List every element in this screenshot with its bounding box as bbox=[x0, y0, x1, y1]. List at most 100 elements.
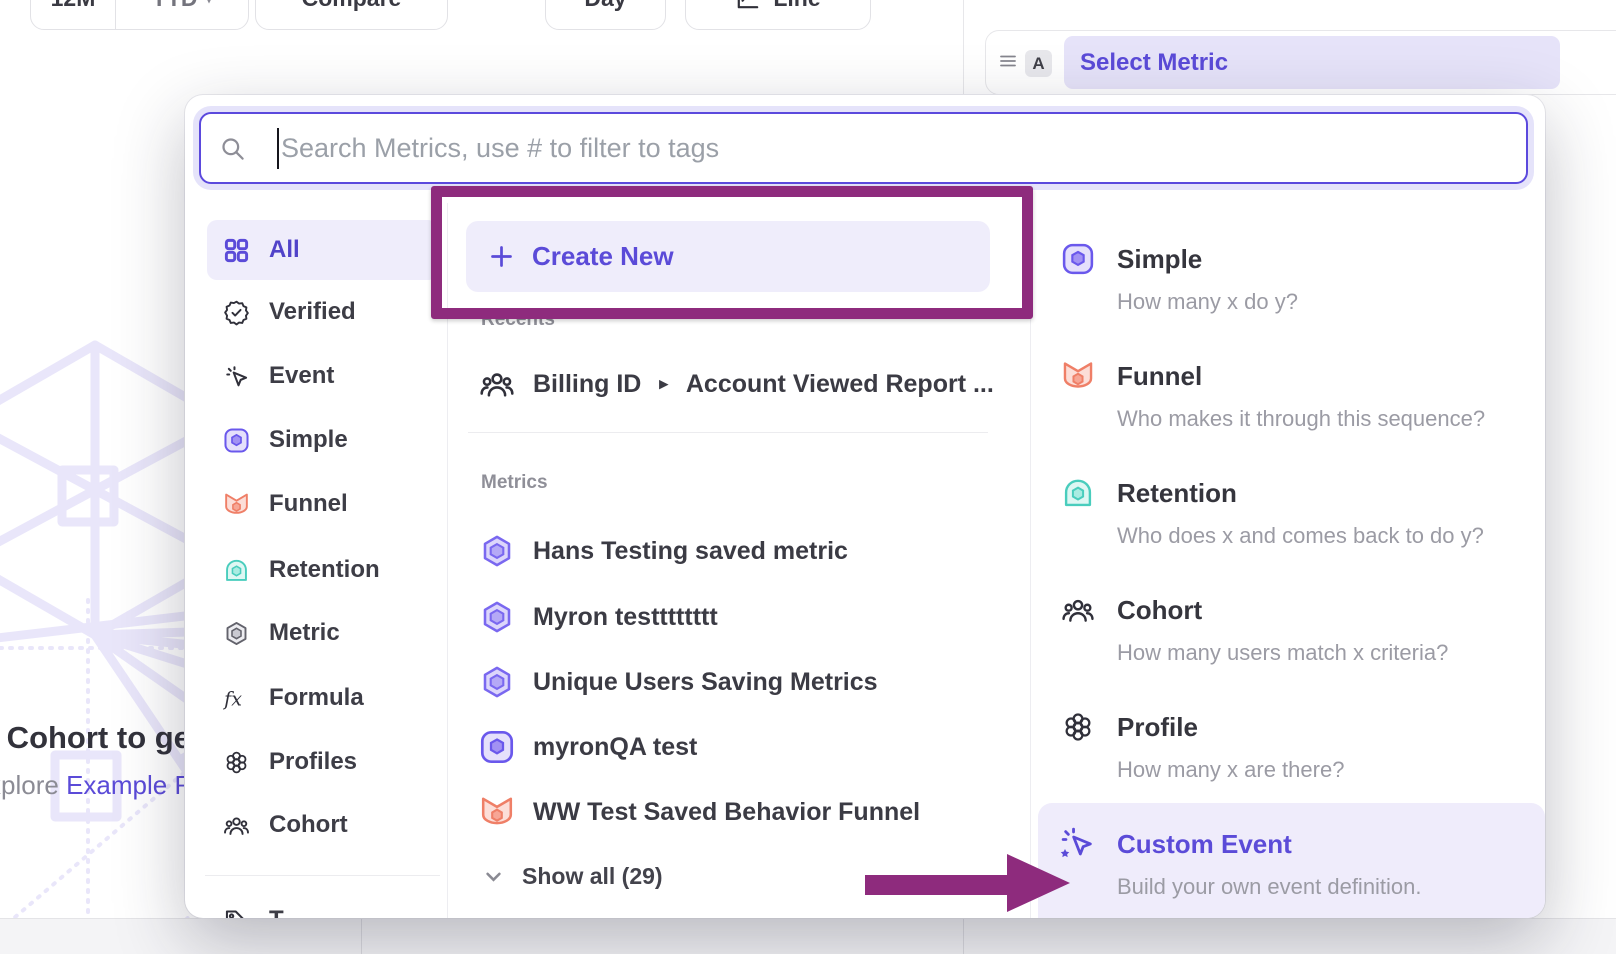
caret-down-icon: ▾ bbox=[205, 0, 212, 7]
app-window: r Cohort to ge xplore Example R 12M YTD … bbox=[0, 0, 1616, 954]
compare-button[interactable]: Compare bbox=[255, 0, 448, 30]
sidebar-item-funnel[interactable]: Funnel bbox=[207, 474, 438, 534]
metric-type-description: How many x do y? bbox=[1117, 289, 1298, 315]
funnel-metric-icon bbox=[223, 491, 250, 518]
metric-item-label: Myron testttttttt bbox=[533, 603, 718, 632]
metric-type-simple[interactable]: Simple How many x do y? bbox=[1061, 242, 1541, 352]
breadcrumb-caret-icon: ▸ bbox=[659, 374, 668, 394]
metric-type-description: Who makes it through this sequence? bbox=[1117, 406, 1485, 432]
drag-handle-icon[interactable] bbox=[999, 54, 1017, 68]
sidebar-item-event[interactable]: Event bbox=[207, 346, 438, 406]
metric-type-title: Simple bbox=[1117, 243, 1202, 275]
show-all-toggle[interactable]: Show all (29) bbox=[483, 854, 663, 898]
sidebar-item-all[interactable]: All bbox=[207, 220, 438, 280]
metric-item-label: myronQA test bbox=[533, 733, 697, 762]
metric-type-funnel[interactable]: Funnel Who makes it through this sequenc… bbox=[1061, 359, 1541, 469]
annotation-arrow bbox=[860, 852, 1072, 914]
sidebar-item-retention[interactable]: Retention bbox=[207, 540, 438, 600]
verified-seal-icon bbox=[223, 299, 250, 326]
metric-list-item[interactable]: Myron testttttttt bbox=[479, 595, 718, 639]
chart-type-line-button[interactable]: Line bbox=[685, 0, 871, 30]
sidebar-item-label: Metric bbox=[269, 619, 340, 647]
metrics-section-label: Metrics bbox=[481, 472, 548, 494]
search-input[interactable] bbox=[201, 114, 1526, 182]
recent-item-primary: Billing ID bbox=[533, 370, 641, 399]
cohort-people-icon bbox=[223, 812, 250, 839]
select-metric-button[interactable]: Select Metric bbox=[1064, 36, 1560, 89]
metric-type-title: Cohort bbox=[1117, 594, 1202, 626]
sidebar-item-label: Retention bbox=[269, 556, 380, 584]
sidebar-item-label: Simple bbox=[269, 426, 348, 454]
funnel-metric-icon bbox=[479, 794, 515, 830]
metric-hexagon-icon bbox=[479, 664, 515, 700]
sidebar-item-label: Cohort bbox=[269, 811, 348, 839]
date-range-button-group: 12M YTD ▾ bbox=[30, 0, 249, 30]
metric-list-item[interactable]: Hans Testing saved metric bbox=[479, 529, 848, 573]
granularity-day-button[interactable]: Day bbox=[545, 0, 666, 30]
metric-hexagon-icon bbox=[223, 620, 250, 647]
cohort-people-icon bbox=[1061, 593, 1095, 627]
range-12m-button[interactable]: 12M bbox=[31, 0, 115, 29]
sidebar-item-label: T bbox=[269, 906, 284, 918]
metric-type-title: Profile bbox=[1117, 711, 1198, 743]
metric-list-item[interactable]: myronQA test bbox=[479, 725, 697, 769]
recents-divider bbox=[468, 432, 988, 433]
metric-type-description: How many users match x criteria? bbox=[1117, 640, 1448, 666]
line-label: Line bbox=[773, 0, 820, 12]
footer-panel-divider-right bbox=[963, 918, 964, 954]
day-label: Day bbox=[584, 0, 626, 12]
metric-item-label: Unique Users Saving Metrics bbox=[533, 668, 878, 697]
metric-item-label: Hans Testing saved metric bbox=[533, 537, 848, 566]
chevron-down-icon bbox=[483, 866, 504, 887]
funnel-metric-icon bbox=[1061, 359, 1095, 393]
sidebar-item-verified[interactable]: Verified bbox=[207, 282, 438, 342]
svg-text:fx: fx bbox=[223, 687, 242, 710]
empty-state-headline: r Cohort to ge bbox=[0, 720, 190, 756]
metric-search-field[interactable] bbox=[199, 112, 1528, 184]
sidebar-item-label: Profiles bbox=[269, 748, 357, 776]
range-ytd-button[interactable]: YTD ▾ bbox=[116, 0, 248, 29]
sidebar-item-cohort[interactable]: Cohort bbox=[207, 795, 438, 855]
simple-metric-icon bbox=[1061, 242, 1095, 276]
retention-metric-icon bbox=[1061, 476, 1095, 510]
metric-list-item[interactable]: WW Test Saved Behavior Funnel bbox=[479, 790, 920, 834]
metric-type-custom-event[interactable]: Custom Event Build your own event defini… bbox=[1061, 827, 1541, 918]
sidebar-item-label: Event bbox=[269, 362, 334, 390]
metric-hexagon-icon bbox=[479, 599, 515, 635]
empty-state-copy: r Cohort to ge xplore Example R bbox=[0, 700, 190, 830]
metric-type-profile[interactable]: Profile How many x are there? bbox=[1061, 710, 1541, 820]
metric-type-description: Who does x and comes back to do y? bbox=[1117, 523, 1484, 549]
metric-list-item[interactable]: Unique Users Saving Metrics bbox=[479, 660, 878, 704]
profiles-flower-icon bbox=[1061, 710, 1095, 744]
show-all-label: Show all (29) bbox=[522, 863, 663, 890]
sidebar-divider bbox=[205, 875, 440, 876]
tag-icon bbox=[223, 907, 250, 919]
compare-label: Compare bbox=[302, 0, 402, 12]
explore-prefix: xplore bbox=[0, 770, 59, 800]
page-footer-strip bbox=[0, 918, 1616, 954]
metric-type-title: Funnel bbox=[1117, 360, 1202, 392]
recent-item[interactable]: Billing ID ▸ Account Viewed Report ... bbox=[479, 362, 994, 406]
metric-type-title: Retention bbox=[1117, 477, 1237, 509]
sidebar-item-profiles[interactable]: Profiles bbox=[207, 732, 438, 792]
empty-state-subtext: xplore Example R bbox=[0, 770, 190, 801]
sidebar-item-tags-partial[interactable]: T bbox=[207, 890, 438, 918]
range-12m-label: 12M bbox=[51, 0, 96, 12]
metric-query-row: A Select Metric bbox=[985, 30, 1616, 95]
metric-type-description: Build your own event definition. bbox=[1117, 874, 1422, 900]
example-reports-link[interactable]: Example R bbox=[66, 770, 190, 800]
recent-item-secondary: Account Viewed Report ... bbox=[686, 370, 994, 399]
metric-type-title: Custom Event bbox=[1117, 828, 1292, 860]
metric-type-cohort[interactable]: Cohort How many users match x criteria? bbox=[1061, 593, 1541, 703]
simple-metric-icon bbox=[479, 729, 515, 765]
metric-hexagon-icon bbox=[479, 533, 515, 569]
sidebar-item-label: Funnel bbox=[269, 490, 348, 518]
line-chart-icon bbox=[735, 0, 761, 11]
sidebar-item-metric[interactable]: Metric bbox=[207, 603, 438, 663]
sidebar-item-simple[interactable]: Simple bbox=[207, 410, 438, 470]
metric-type-retention[interactable]: Retention Who does x and comes back to d… bbox=[1061, 476, 1541, 586]
retention-metric-icon bbox=[223, 557, 250, 584]
sidebar-item-label: Verified bbox=[269, 298, 356, 326]
event-cursor-icon bbox=[223, 363, 250, 390]
sidebar-item-formula[interactable]: fx Formula bbox=[207, 668, 438, 728]
